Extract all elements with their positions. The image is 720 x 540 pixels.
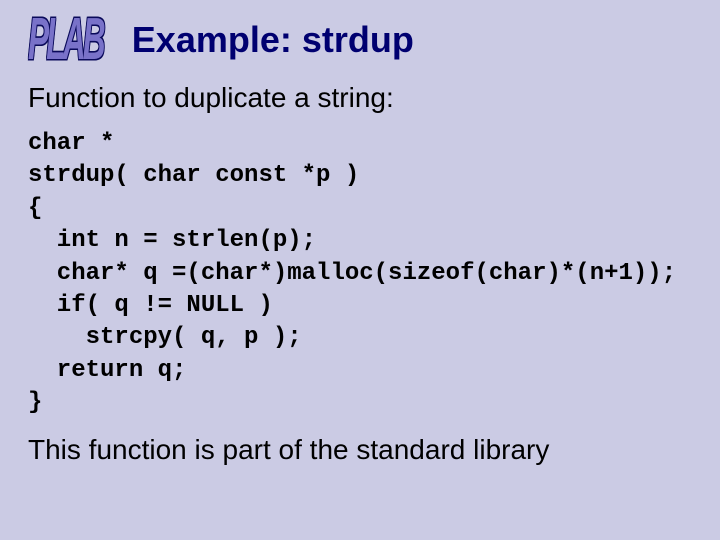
slide-title: Example: strdup [132, 19, 414, 61]
header: PLAB Example: strdup [28, 18, 692, 62]
code-block: char * strdup( char const *p ) { int n =… [28, 128, 692, 420]
slide-footnote: This function is part of the standard li… [28, 434, 692, 466]
plab-logo: PLAB [28, 10, 103, 69]
slide-subtitle: Function to duplicate a string: [28, 82, 692, 114]
